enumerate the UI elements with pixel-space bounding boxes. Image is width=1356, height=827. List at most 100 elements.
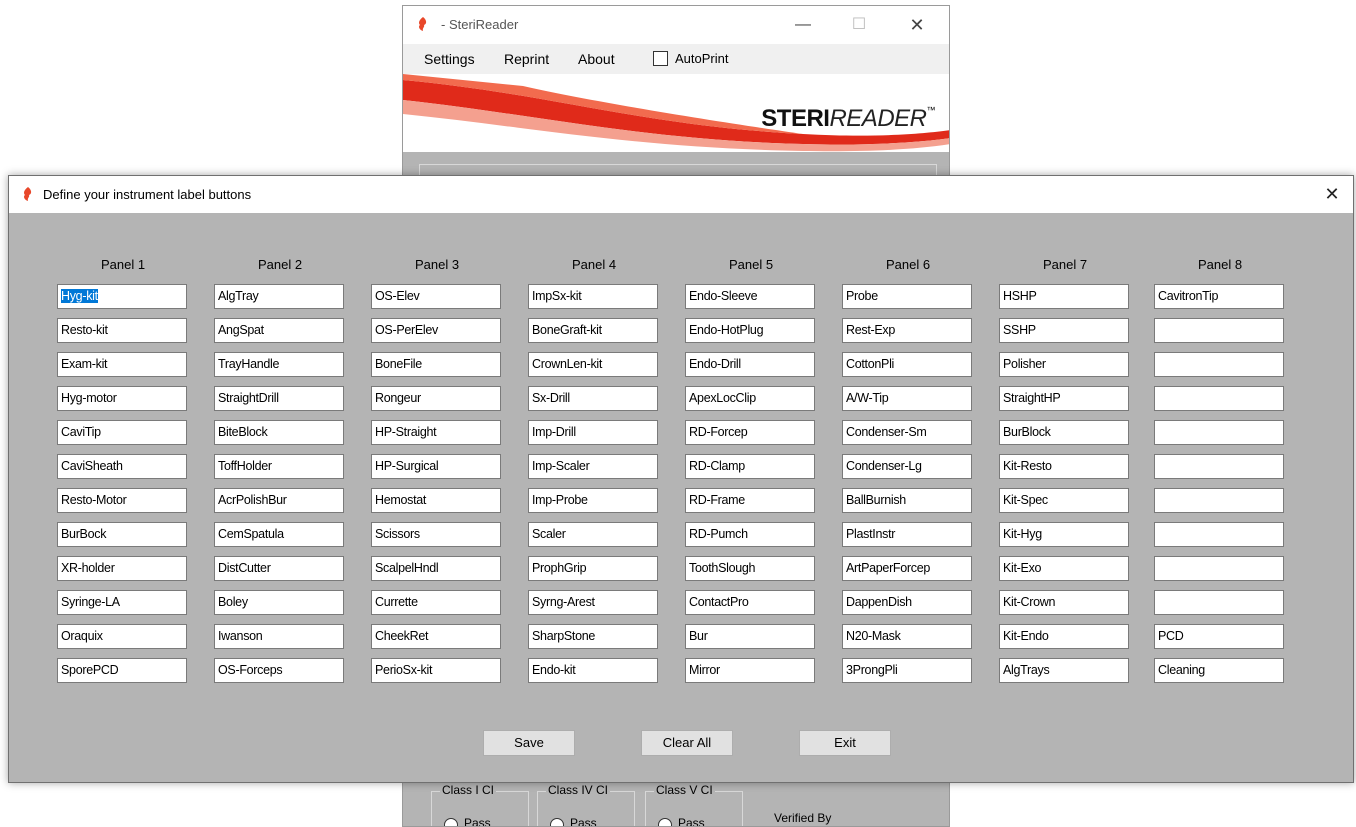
label-field[interactable]: CottonPli — [842, 352, 972, 377]
label-field[interactable]: PerioSx-kit — [371, 658, 501, 683]
label-field[interactable]: Exam-kit — [57, 352, 187, 377]
label-field[interactable]: Syringe-LA — [57, 590, 187, 615]
label-field[interactable] — [1154, 420, 1284, 445]
label-field[interactable]: BurBock — [57, 522, 187, 547]
label-field[interactable] — [1154, 318, 1284, 343]
label-field[interactable]: Rongeur — [371, 386, 501, 411]
label-field[interactable]: Mirror — [685, 658, 815, 683]
label-field[interactable]: Imp-Drill — [528, 420, 658, 445]
label-field[interactable]: StraightHP — [999, 386, 1129, 411]
label-field[interactable]: Scissors — [371, 522, 501, 547]
label-field[interactable]: CaviTip — [57, 420, 187, 445]
label-field[interactable]: BoneFile — [371, 352, 501, 377]
label-field[interactable]: HP-Surgical — [371, 454, 501, 479]
label-field[interactable]: CheekRet — [371, 624, 501, 649]
label-field[interactable]: RD-Pumch — [685, 522, 815, 547]
label-field[interactable]: Endo-kit — [528, 658, 658, 683]
label-field[interactable]: CemSpatula — [214, 522, 344, 547]
label-field[interactable]: ToothSlough — [685, 556, 815, 581]
label-field[interactable]: Oraquix — [57, 624, 187, 649]
label-field[interactable]: RD-Forcep — [685, 420, 815, 445]
label-field[interactable]: Endo-HotPlug — [685, 318, 815, 343]
label-field[interactable]: PCD — [1154, 624, 1284, 649]
label-field[interactable]: Resto-kit — [57, 318, 187, 343]
label-field[interactable]: CavitronTip — [1154, 284, 1284, 309]
label-field[interactable] — [1154, 556, 1284, 581]
class-iv-pass-radio[interactable] — [550, 818, 564, 826]
label-field[interactable]: Syrng-Arest — [528, 590, 658, 615]
label-field[interactable]: PlastInstr — [842, 522, 972, 547]
label-field[interactable]: Boley — [214, 590, 344, 615]
label-field[interactable]: ScalpelHndl — [371, 556, 501, 581]
label-field[interactable]: TrayHandle — [214, 352, 344, 377]
label-field[interactable]: Hemostat — [371, 488, 501, 513]
label-field[interactable]: Endo-Sleeve — [685, 284, 815, 309]
label-field[interactable]: ImpSx-kit — [528, 284, 658, 309]
label-field[interactable]: Cleaning — [1154, 658, 1284, 683]
label-field[interactable]: OS-PerElev — [371, 318, 501, 343]
label-field[interactable]: Currette — [371, 590, 501, 615]
clear-all-button[interactable]: Clear All — [641, 730, 733, 756]
menu-reprint[interactable]: Reprint — [504, 51, 549, 67]
exit-button[interactable]: Exit — [799, 730, 891, 756]
label-field[interactable]: HP-Straight — [371, 420, 501, 445]
label-field[interactable] — [1154, 352, 1284, 377]
label-field[interactable]: Imp-Scaler — [528, 454, 658, 479]
label-field[interactable]: BurBlock — [999, 420, 1129, 445]
label-field[interactable] — [1154, 488, 1284, 513]
label-field[interactable]: AngSpat — [214, 318, 344, 343]
label-field[interactable]: BiteBlock — [214, 420, 344, 445]
label-field[interactable]: Hyg-kit — [57, 284, 187, 309]
minimize-icon[interactable]: — — [783, 12, 823, 38]
class-v-pass-label[interactable]: Pass — [678, 816, 705, 826]
label-field[interactable]: AlgTrays — [999, 658, 1129, 683]
label-field[interactable]: 3ProngPli — [842, 658, 972, 683]
class-i-pass-label[interactable]: Pass — [464, 816, 491, 826]
autoprint-checkbox[interactable] — [653, 51, 668, 66]
label-field[interactable]: AlgTray — [214, 284, 344, 309]
label-field[interactable] — [1154, 590, 1284, 615]
label-field[interactable]: BallBurnish — [842, 488, 972, 513]
label-field[interactable]: Kit-Crown — [999, 590, 1129, 615]
dialog-close-icon[interactable]: ✕ — [1317, 182, 1347, 206]
label-field[interactable]: Iwanson — [214, 624, 344, 649]
label-field[interactable]: ProphGrip — [528, 556, 658, 581]
label-field[interactable]: DappenDish — [842, 590, 972, 615]
label-field[interactable]: RD-Clamp — [685, 454, 815, 479]
label-field[interactable]: Probe — [842, 284, 972, 309]
label-field[interactable]: ToffHolder — [214, 454, 344, 479]
label-field[interactable]: ContactPro — [685, 590, 815, 615]
maximize-icon[interactable]: ☐ — [839, 12, 879, 38]
label-field[interactable]: Hyg-motor — [57, 386, 187, 411]
label-field[interactable]: Kit-Exo — [999, 556, 1129, 581]
label-field[interactable]: N20-Mask — [842, 624, 972, 649]
label-field[interactable]: A/W-Tip — [842, 386, 972, 411]
label-field[interactable]: Sx-Drill — [528, 386, 658, 411]
label-field[interactable]: SporePCD — [57, 658, 187, 683]
label-field[interactable]: CrownLen-kit — [528, 352, 658, 377]
menu-about[interactable]: About — [578, 51, 615, 67]
autoprint-label[interactable]: AutoPrint — [675, 51, 728, 66]
save-button[interactable]: Save — [483, 730, 575, 756]
label-field[interactable]: Imp-Probe — [528, 488, 658, 513]
label-field[interactable]: Resto-Motor — [57, 488, 187, 513]
class-iv-pass-label[interactable]: Pass — [570, 816, 597, 826]
label-field[interactable]: Endo-Drill — [685, 352, 815, 377]
label-field[interactable]: StraightDrill — [214, 386, 344, 411]
label-field[interactable]: Scaler — [528, 522, 658, 547]
label-field[interactable]: AcrPolishBur — [214, 488, 344, 513]
label-field[interactable]: SharpStone — [528, 624, 658, 649]
label-field[interactable]: Kit-Spec — [999, 488, 1129, 513]
label-field[interactable]: XR-holder — [57, 556, 187, 581]
label-field[interactable]: Kit-Hyg — [999, 522, 1129, 547]
label-field[interactable]: Kit-Endo — [999, 624, 1129, 649]
label-field[interactable]: Condenser-Sm — [842, 420, 972, 445]
label-field[interactable]: ArtPaperForcep — [842, 556, 972, 581]
label-field[interactable]: HSHP — [999, 284, 1129, 309]
close-icon[interactable]: ✕ — [897, 12, 937, 38]
label-field[interactable]: Kit-Resto — [999, 454, 1129, 479]
label-field[interactable]: BoneGraft-kit — [528, 318, 658, 343]
label-field[interactable]: OS-Forceps — [214, 658, 344, 683]
label-field[interactable]: Condenser-Lg — [842, 454, 972, 479]
label-field[interactable]: Polisher — [999, 352, 1129, 377]
